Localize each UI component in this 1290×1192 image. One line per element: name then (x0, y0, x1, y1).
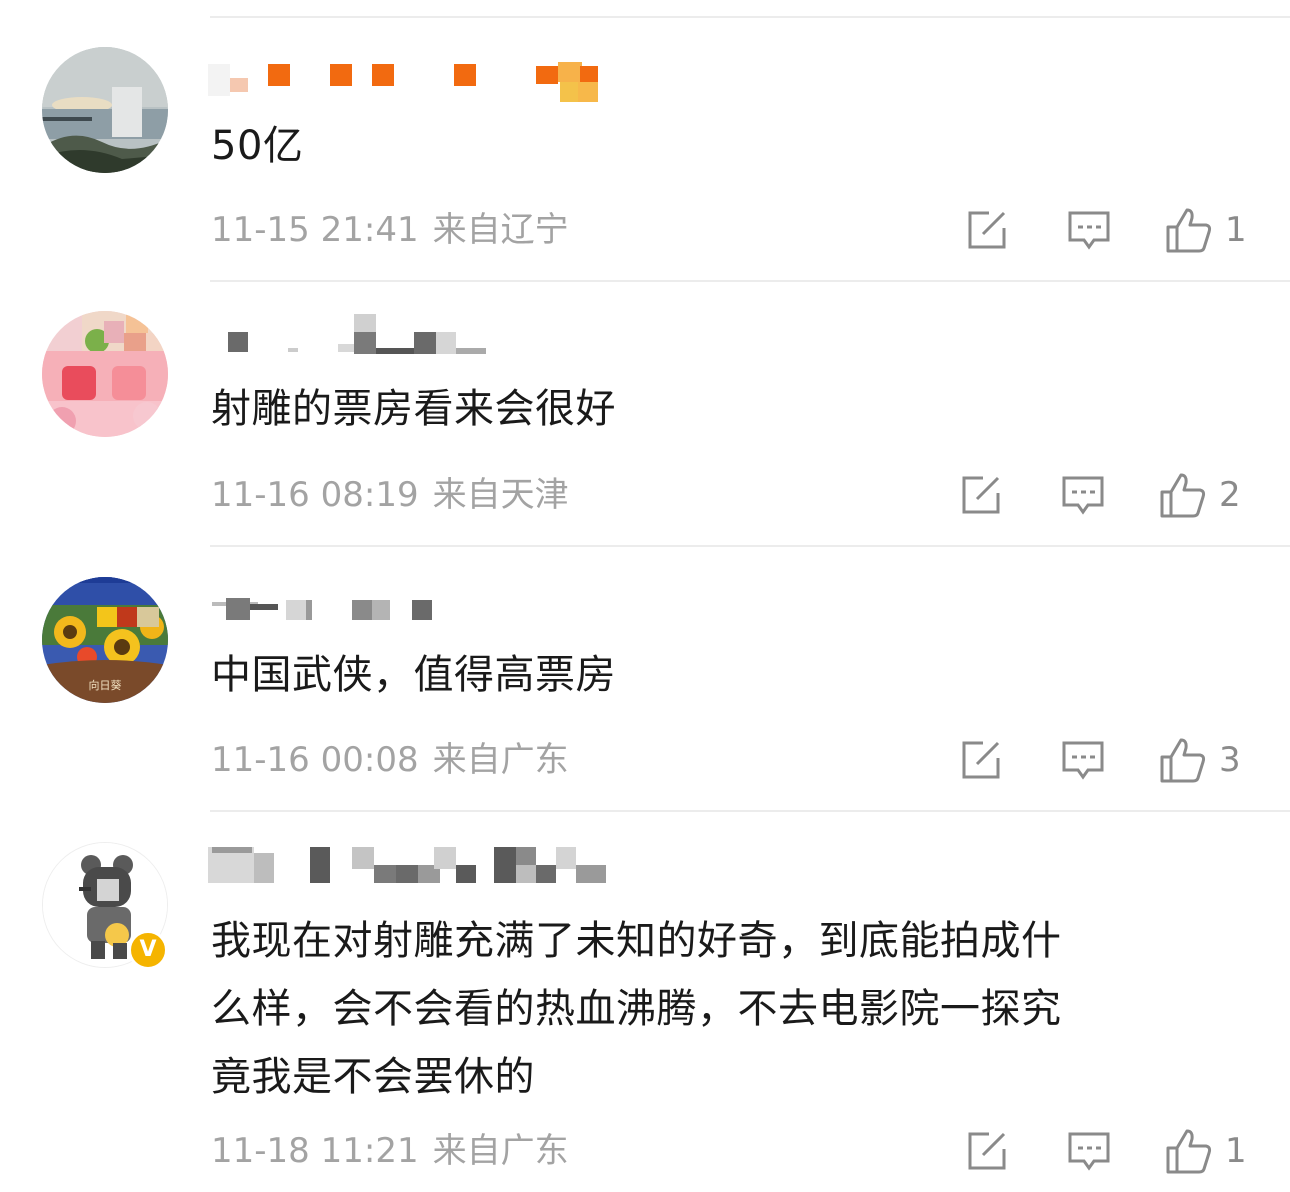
verified-badge: V (128, 930, 168, 970)
comment-time: 11-15 21:41 (211, 210, 419, 250)
comment-icon (1068, 211, 1110, 250)
like-button[interactable]: 2 (1159, 471, 1241, 519)
repost-button[interactable] (959, 471, 1003, 519)
like-count: 2 (1219, 475, 1241, 515)
divider (210, 810, 1290, 812)
comment-meta: 11-16 08:19 来自天津 (211, 473, 569, 517)
repost-button[interactable] (965, 206, 1009, 254)
comment-location: 来自广东 (432, 1131, 569, 1171)
comment-button[interactable] (1067, 1127, 1111, 1175)
thumbs-up-icon (1160, 738, 1206, 783)
like-button[interactable]: 1 (1165, 1127, 1247, 1175)
comment-icon (1062, 476, 1104, 515)
comment-text-line: 我现在对射雕充满了未知的好奇，到底能拍成什 (211, 918, 1062, 964)
thumbs-up-icon (1166, 1129, 1212, 1174)
comment-time: 11-18 11:21 (211, 1131, 419, 1171)
repost-icon (962, 741, 1000, 779)
username-redacted[interactable] (208, 586, 638, 630)
like-count: 1 (1225, 210, 1247, 250)
comment-meta: 11-15 21:41 来自辽宁 (211, 208, 569, 252)
like-count: 1 (1225, 1131, 1247, 1171)
comment-text: 我现在对射雕充满了未知的好奇，到底能拍成什 么样，会不会看的热血沸腾，不去电影院… (211, 907, 1221, 1111)
thumbs-up-icon (1166, 208, 1212, 253)
comment-text-line: 竟我是不会罢休的 (211, 1054, 535, 1100)
comment-text-line: 么样，会不会看的热血沸腾，不去电影院一探究 (211, 986, 1062, 1032)
username-redacted[interactable] (208, 843, 638, 887)
comment-location: 来自天津 (432, 475, 569, 515)
repost-button[interactable] (965, 1127, 1009, 1175)
divider (210, 545, 1290, 547)
comment-button[interactable] (1061, 736, 1105, 784)
comment-button[interactable] (1067, 206, 1111, 254)
repost-icon (962, 476, 1000, 514)
thumbs-up-icon (1160, 473, 1206, 518)
like-button[interactable]: 1 (1165, 206, 1247, 254)
divider (210, 280, 1290, 282)
comment-time: 11-16 08:19 (211, 475, 419, 515)
comment-icon (1062, 741, 1104, 780)
username-redacted[interactable] (208, 56, 638, 102)
like-button[interactable]: 3 (1159, 736, 1241, 784)
username-redacted[interactable] (208, 314, 638, 358)
like-count: 3 (1219, 740, 1241, 780)
landscape-avatar-icon[interactable] (42, 47, 168, 173)
comment-text: 50亿 (211, 123, 304, 169)
comment-text: 中国武侠，值得高票房 (211, 652, 616, 698)
repost-icon (968, 1132, 1006, 1170)
comment-meta: 11-18 11:21 来自广东 (211, 1129, 569, 1173)
repost-button[interactable] (959, 736, 1003, 784)
comment-location: 来自辽宁 (432, 210, 569, 250)
comment-button[interactable] (1061, 471, 1105, 519)
sunflower-avatar-icon[interactable]: 向日葵 (42, 577, 168, 703)
comment-time: 11-16 00:08 (211, 740, 419, 780)
comment-icon (1068, 1132, 1110, 1171)
comment-location: 来自广东 (432, 740, 569, 780)
pink-toy-avatar-icon[interactable] (42, 311, 168, 437)
comment-text: 射雕的票房看来会很好 (211, 386, 616, 432)
divider (210, 16, 1290, 18)
avatar-caption: 向日葵 (89, 678, 122, 692)
repost-icon (968, 211, 1006, 249)
comment-meta: 11-16 00:08 来自广东 (211, 738, 569, 782)
